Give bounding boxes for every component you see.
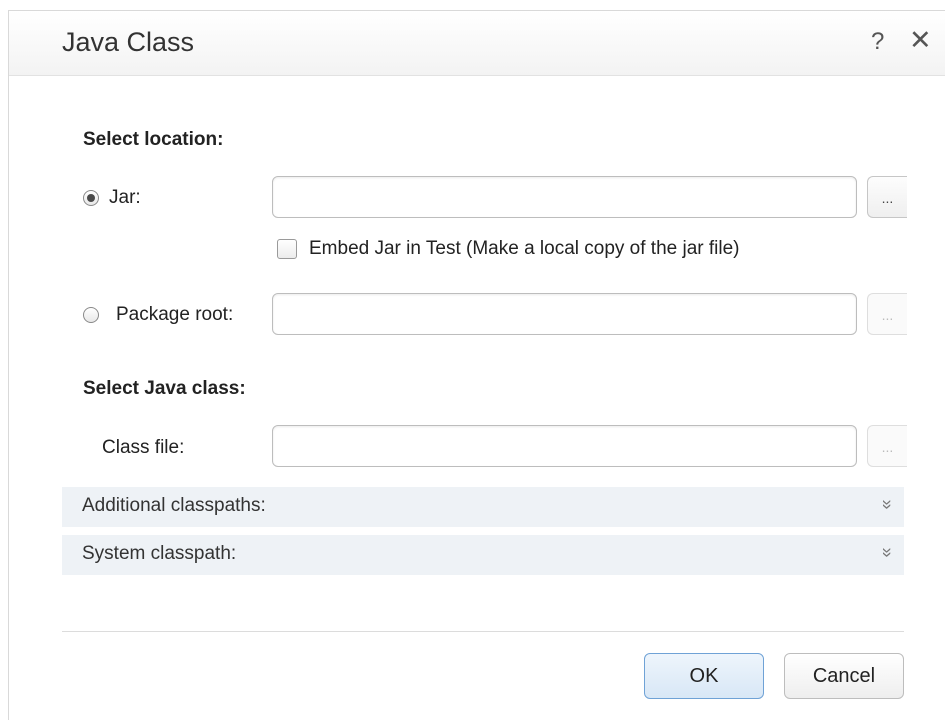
jar-radio[interactable] xyxy=(83,190,99,206)
package-root-input[interactable] xyxy=(272,293,857,335)
package-root-label: Package root: xyxy=(116,304,234,325)
double-chevron-down-icon[interactable]: » xyxy=(876,547,897,557)
dialog-title: Java Class xyxy=(62,27,195,57)
class-file-input[interactable] xyxy=(272,425,857,467)
additional-classpaths-section[interactable]: Additional classpaths: » xyxy=(62,487,904,527)
help-icon[interactable]: ? xyxy=(871,28,884,56)
java-class-dialog: Java Class ? ✕ Select location: Jar: ...… xyxy=(8,10,945,720)
system-classpath-label: System classpath: xyxy=(82,543,237,564)
package-root-browse-button[interactable]: ... xyxy=(867,293,907,335)
additional-classpaths-label: Additional classpaths: xyxy=(82,495,266,516)
cancel-button[interactable]: Cancel xyxy=(784,653,904,699)
package-root-radio[interactable] xyxy=(83,307,99,323)
jar-browse-button[interactable]: ... xyxy=(867,176,907,218)
close-icon[interactable]: ✕ xyxy=(909,25,932,56)
embed-jar-checkbox[interactable] xyxy=(277,239,297,259)
system-classpath-section[interactable]: System classpath: » xyxy=(62,535,904,575)
dialog-titlebar: Java Class ? ✕ xyxy=(9,11,945,76)
class-file-browse-button[interactable]: ... xyxy=(867,425,907,467)
class-file-label: Class file: xyxy=(102,437,185,458)
jar-path-input[interactable] xyxy=(272,176,857,218)
footer-divider xyxy=(62,631,904,632)
select-java-class-heading: Select Java class: xyxy=(83,378,246,399)
embed-jar-label: Embed Jar in Test (Make a local copy of … xyxy=(309,238,740,259)
ok-button[interactable]: OK xyxy=(644,653,764,699)
select-location-heading: Select location: xyxy=(83,129,224,150)
double-chevron-down-icon[interactable]: » xyxy=(876,499,897,509)
jar-label: Jar: xyxy=(109,187,141,208)
